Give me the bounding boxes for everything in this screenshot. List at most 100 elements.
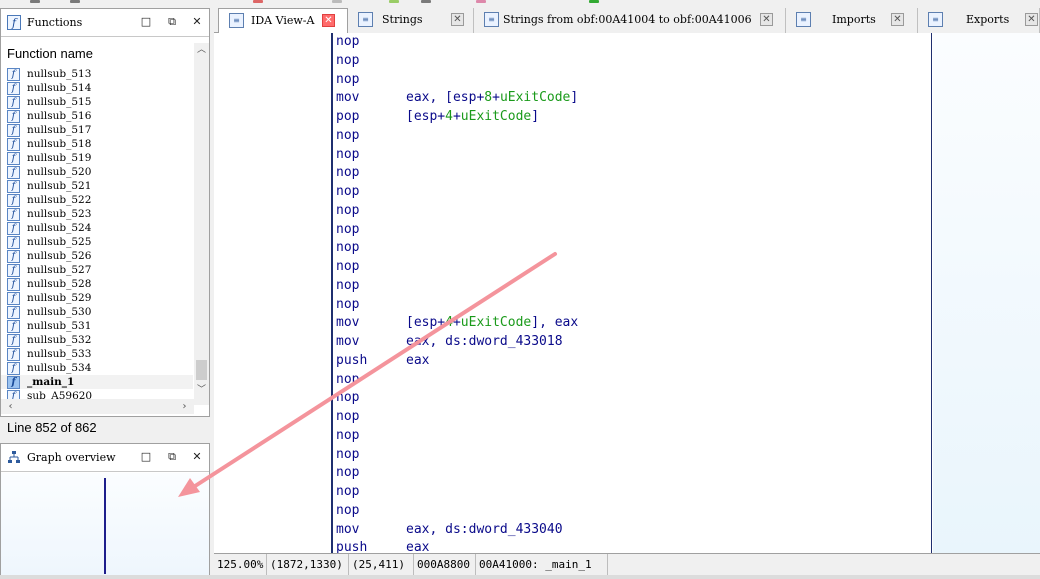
function-list-item[interactable]: f nullsub_522 [1,193,193,207]
scroll-left-arrow-icon[interactable]: ‹ [3,399,18,414]
function-name: nullsub_524 [27,222,92,234]
scroll-thumb[interactable] [196,360,207,380]
tab-exports[interactable]: ≡ Exports ✕ [918,8,1040,33]
asm-operands: eax, ds:dword_433018 [406,334,563,349]
tab-imports[interactable]: ≡ Imports ✕ [786,8,918,33]
tab-label: IDA View-A [251,14,315,27]
asm-operands: eax, ds:dword_433040 [406,521,563,537]
function-list-item[interactable]: f nullsub_534 [1,361,193,375]
function-name: nullsub_514 [27,82,92,94]
status-position: (25,411) [349,554,414,576]
function-list-item[interactable]: f nullsub_513 [1,67,193,81]
function-name: nullsub_516 [27,110,92,122]
graph-overview-title: Graph overview [27,451,116,464]
arrow-gutter [214,33,331,553]
asm-mnemonic: mov [336,315,360,331]
column-header-function-name[interactable]: Function name [1,45,194,65]
function-icon: f [7,138,20,151]
ida-view-a-disassembly[interactable]: nop nop nop mov eax, [esp+8+uExitCode] pop [es… [214,33,1040,553]
strings-icon: ≡ [358,12,373,27]
function-icon: f [7,348,20,361]
close-button[interactable]: ✕ [190,450,204,464]
tab-close-icon[interactable]: ✕ [760,13,773,26]
asm-mnemonic: mov [336,334,360,349]
close-button[interactable]: ✕ [190,15,204,29]
function-name: nullsub_529 [27,292,92,304]
function-icon: f [7,110,20,123]
function-name: nullsub_521 [27,180,92,192]
function-list-item[interactable]: f nullsub_521 [1,179,193,193]
function-name: nullsub_513 [27,68,92,80]
function-name: nullsub_531 [27,320,92,332]
status-location: 00A41000: _main_1 [476,554,608,576]
function-list-item[interactable]: f nullsub_527 [1,263,193,277]
function-list-item[interactable]: f nullsub_529 [1,291,193,305]
function-list-item[interactable]: f nullsub_531 [1,319,193,333]
function-icon: f [7,96,20,109]
function-list-item[interactable]: f nullsub_528 [1,277,193,291]
function-list-item[interactable]: f nullsub_524 [1,221,193,235]
tab-label: Exports [966,13,1010,26]
float-button[interactable]: ⧉ [165,15,179,29]
function-list-item[interactable]: f nullsub_533 [1,347,193,361]
function-list-item[interactable]: f nullsub_519 [1,151,193,165]
function-icon: f [7,390,20,399]
function-list-item[interactable]: f nullsub_514 [1,81,193,95]
function-list-item[interactable]: f _main_1 [1,375,193,389]
asm-mnemonic: nop [336,371,360,387]
function-list-item[interactable]: f nullsub_530 [1,305,193,319]
maximize-button[interactable]: □ [139,450,153,464]
function-icon: f [7,362,20,375]
scroll-right-arrow-icon[interactable]: › [177,399,192,414]
tab-close-icon[interactable]: ✕ [1025,13,1038,26]
tab-ida[interactable]: ≡ IDA View-A ✕ [218,8,348,34]
toolbar-strip [0,0,1040,8]
tab-strings[interactable]: ≡ Strings from obf:00A41004 to obf:00A410… [474,8,786,33]
asm-mnemonic: nop [336,184,360,199]
functions-pane: f Functions □ ⧉ ✕ Function name f nullsub… [0,8,210,417]
tab-close-icon[interactable]: ✕ [451,13,464,26]
asm-operands: eax, [esp+8+uExitCode] [406,90,579,106]
function-list-item[interactable]: f nullsub_523 [1,207,193,221]
function-list[interactable]: f nullsub_513 f nullsub_514 f nullsub_515 f nul… [1,67,193,399]
tab-close-icon[interactable]: ✕ [322,14,335,27]
asm-mnemonic: nop [336,409,360,424]
asm-mnemonic: nop [336,34,360,49]
function-name: nullsub_519 [27,152,92,164]
function-list-item[interactable]: f nullsub_532 [1,333,193,347]
maximize-button[interactable]: □ [139,15,153,29]
function-icon: f [7,320,20,333]
vertical-scrollbar[interactable]: ︿ ﹀ [194,43,209,405]
function-icon: f [7,124,20,137]
function-name: nullsub_515 [27,96,92,108]
tab-close-icon[interactable]: ✕ [891,13,904,26]
scroll-up-arrow-icon[interactable]: ︿ [194,43,209,57]
tab-label: Imports [832,13,876,26]
graph-overview-canvas[interactable] [1,473,209,578]
function-icon: f [7,264,20,277]
function-list-item[interactable]: f nullsub_520 [1,165,193,179]
graph-overview-header: Graph overview □ ⧉ ✕ [1,444,209,472]
function-name: nullsub_520 [27,166,92,178]
function-list-item[interactable]: f nullsub_526 [1,249,193,263]
function-list-item[interactable]: f sub_A59620 [1,389,193,399]
asm-mnemonic: nop [336,446,360,462]
asm-operands: [esp+4+uExitCode], eax [406,315,579,331]
tab-strings[interactable]: ≡ Strings ✕ [348,8,474,33]
scroll-down-arrow-icon[interactable]: ﹀ [194,383,209,397]
asm-mnemonic: nop [336,277,360,293]
function-list-item[interactable]: f nullsub_516 [1,109,193,123]
window-bottom-edge [0,575,1040,579]
function-list-item[interactable]: f nullsub_525 [1,235,193,249]
function-list-item[interactable]: f nullsub_518 [1,137,193,151]
function-list-item[interactable]: f nullsub_517 [1,123,193,137]
function-name: nullsub_528 [27,278,92,290]
strings-icon: ≡ [484,12,499,27]
function-list-item[interactable]: f nullsub_515 [1,95,193,109]
function-icon: f [7,68,20,81]
status-graph-coords: (1872,1330) [267,554,349,576]
disassembly-listing[interactable]: nop nop nop mov eax, [esp+8+uExitCode] pop [es… [331,33,932,553]
graph-icon [8,451,20,463]
horizontal-scrollbar[interactable]: ‹ › [1,399,194,414]
float-button[interactable]: ⧉ [165,450,179,464]
